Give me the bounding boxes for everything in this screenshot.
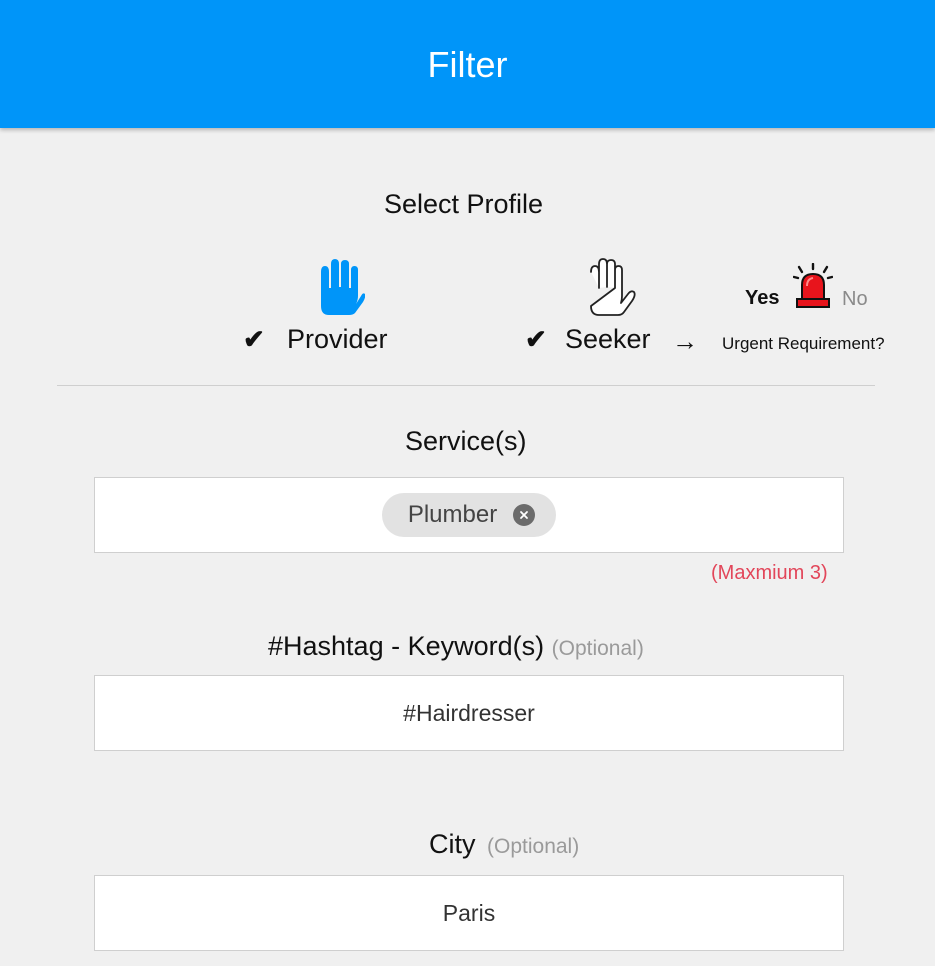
hashtag-title-text: #Hashtag - Keyword(s) <box>268 631 545 661</box>
hashtag-value: #Hairdresser <box>403 699 535 726</box>
arrow-right-icon: → <box>672 326 698 356</box>
provider-check-icon: ✔ <box>243 324 265 354</box>
max-services-note: (Maxmium 3) <box>711 562 828 584</box>
raised-hand-outline-icon[interactable] <box>581 258 637 316</box>
city-title: City (Optional) <box>429 829 579 860</box>
page-title: Filter <box>427 44 508 85</box>
seeker-check-icon: ✔ <box>525 324 547 354</box>
app-header: Filter <box>0 0 935 128</box>
urgent-no-option[interactable]: No <box>842 288 868 311</box>
hashtag-input[interactable]: #Hairdresser <box>94 675 844 751</box>
raised-hand-filled-icon[interactable] <box>311 258 365 316</box>
divider <box>57 385 875 386</box>
urgent-yes-option[interactable]: Yes <box>745 287 779 310</box>
service-chip[interactable]: Plumber <box>381 493 557 537</box>
close-icon[interactable] <box>513 504 536 526</box>
city-optional-label: (Optional) <box>487 835 580 858</box>
services-input[interactable]: Plumber <box>94 477 844 553</box>
select-profile-title: Select Profile <box>384 189 544 219</box>
service-chip-label: Plumber <box>407 501 498 528</box>
city-input[interactable]: Paris <box>94 875 844 951</box>
services-title: Service(s) <box>405 426 527 456</box>
siren-icon[interactable] <box>793 263 833 309</box>
hashtag-optional-label: (Optional) <box>551 637 644 660</box>
urgent-requirement-label: Urgent Requirement? <box>722 334 885 353</box>
seeker-label: Seeker <box>565 324 651 354</box>
seeker-option[interactable]: ✔ Seeker <box>525 324 651 355</box>
city-title-text: City <box>429 829 476 859</box>
city-value: Paris <box>442 899 496 926</box>
hashtag-title: #Hashtag - Keyword(s) (Optional) <box>268 631 644 662</box>
provider-option[interactable]: ✔ Provider <box>243 324 388 355</box>
provider-label: Provider <box>287 324 388 354</box>
